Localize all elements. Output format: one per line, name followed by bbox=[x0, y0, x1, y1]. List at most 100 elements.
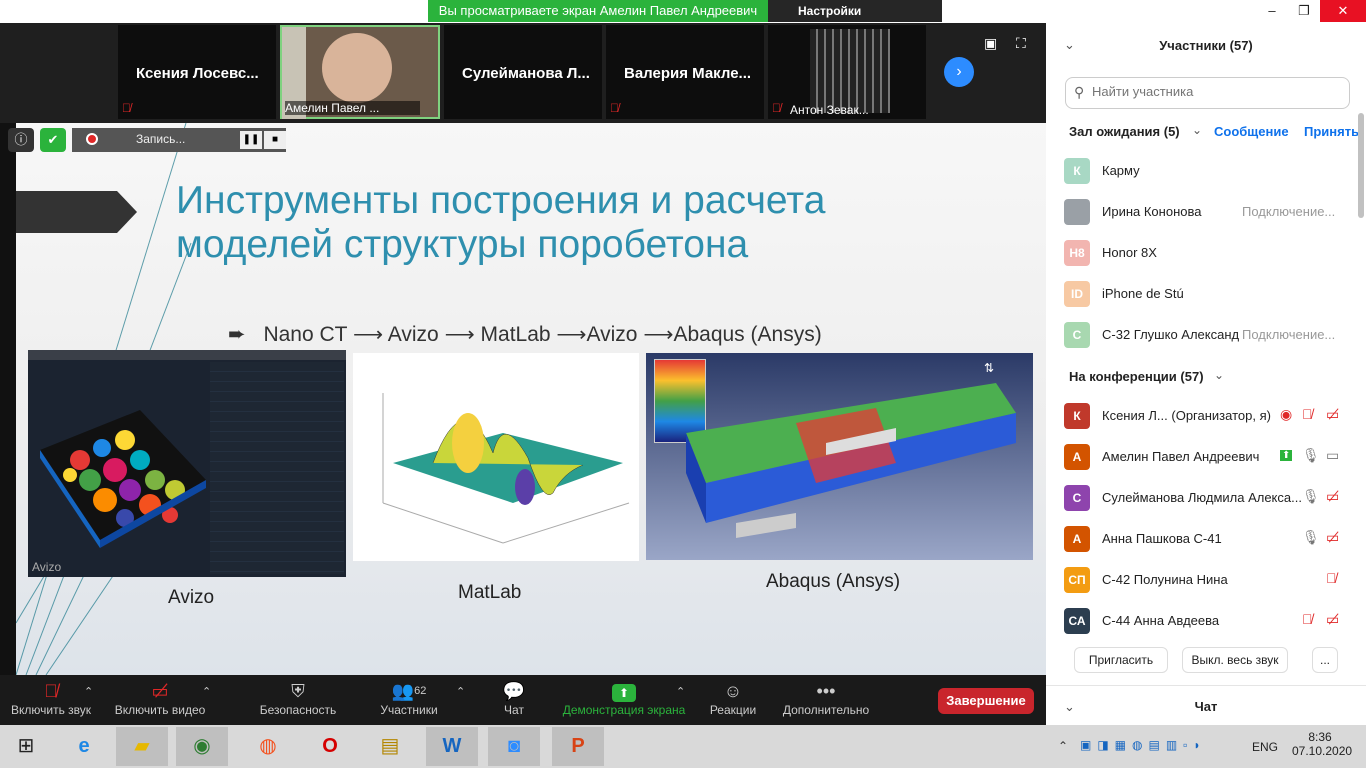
chat-icon: 💬 bbox=[502, 681, 526, 701]
search-input[interactable] bbox=[1092, 84, 1342, 99]
video-off-icon[interactable]: ▭̸ bbox=[1326, 529, 1339, 546]
windows-start-icon[interactable]: ⊞ bbox=[0, 727, 52, 766]
participant-name: Ксения Л... (Организатор, я) bbox=[1102, 408, 1271, 423]
scrollbar-thumb[interactable] bbox=[1358, 113, 1364, 218]
chat-button[interactable]: 💬 Чат bbox=[496, 679, 532, 717]
clock[interactable]: 8:36 07.10.2020 bbox=[1292, 730, 1352, 758]
info-icon[interactable]: ⓘ bbox=[8, 128, 34, 152]
ellipsis-icon: ••• bbox=[816, 681, 836, 701]
opera-icon[interactable]: O bbox=[304, 727, 356, 766]
waiting-list-item[interactable]: H8 Honor 8X bbox=[1046, 233, 1358, 273]
mic-icon[interactable]: 🎙 bbox=[1302, 447, 1320, 464]
share-screen-button[interactable]: ⬆ Демонстрация экрана bbox=[560, 679, 688, 717]
reactions-button[interactable]: ☺ Реакции bbox=[708, 679, 758, 717]
invite-button[interactable]: Пригласить bbox=[1074, 647, 1168, 673]
participants-button[interactable]: 👥62 Участники bbox=[378, 679, 440, 717]
more-button[interactable]: ••• Дополнительно bbox=[780, 679, 872, 717]
maximize-icon[interactable]: ❐ bbox=[1290, 0, 1318, 22]
unmute-button[interactable]: 🎙̸ Включить звук bbox=[8, 679, 94, 717]
panel-title: Участники (57) bbox=[1159, 38, 1253, 53]
participant-list-item[interactable]: К Ксения Л... (Организатор, я) ◉ 🎙̸ ▭̸ bbox=[1046, 396, 1358, 436]
axis-triad-icon: ⇅ bbox=[984, 361, 995, 375]
participant-list-item[interactable]: А Амелин Павел Андреевич ⬆ 🎙 ▭ bbox=[1046, 437, 1358, 477]
chevron-down-icon[interactable]: ⌄ bbox=[1192, 123, 1202, 137]
pipeline-step: Abaqus (Ansys) bbox=[673, 323, 822, 346]
chevron-up-icon[interactable]: ⌃ bbox=[202, 685, 211, 698]
start-video-button[interactable]: ▭̸ Включить видео bbox=[112, 679, 208, 717]
share-screen-icon: ⬆ bbox=[560, 679, 688, 703]
video-tile-active-speaker[interactable]: Амелин Павел ... bbox=[280, 25, 440, 119]
participant-name: Анна Пашкова С-41 bbox=[1102, 531, 1222, 546]
firefox-icon[interactable]: ◍ bbox=[242, 727, 294, 766]
avizo-toolbar bbox=[28, 350, 346, 360]
waiting-list-item[interactable]: C С-32 Глушко Александ Подключение... bbox=[1046, 315, 1358, 355]
mic-muted-icon[interactable]: 🎙̸ bbox=[1302, 611, 1313, 627]
waiting-list-item[interactable]: ID iPhone de Stú bbox=[1046, 274, 1358, 314]
pause-icon[interactable]: ❚❚ bbox=[240, 131, 262, 149]
mic-muted-icon[interactable]: 🎙̸ bbox=[1302, 406, 1313, 422]
language-indicator[interactable]: ENG bbox=[1252, 740, 1278, 754]
participant-list-item[interactable]: А Анна Пашкова С-41 🎙 ▭̸ bbox=[1046, 519, 1358, 559]
clock-time: 8:36 bbox=[1308, 730, 1332, 744]
word-icon[interactable]: W bbox=[426, 727, 478, 766]
gallery-view-icon[interactable]: ▣ bbox=[984, 35, 997, 52]
caption-abaqus: Abaqus (Ansys) bbox=[766, 571, 901, 592]
video-off-icon[interactable]: ▭̸ bbox=[1326, 406, 1339, 423]
video-icon[interactable]: ▭ bbox=[1326, 447, 1339, 464]
video-tile[interactable]: Ксения Лосевс... 🎙̸ bbox=[118, 25, 276, 119]
internet-explorer-icon[interactable]: e bbox=[58, 727, 110, 766]
mic-icon[interactable]: 🎙 bbox=[1302, 488, 1320, 505]
shield-check-icon[interactable]: ✔ bbox=[40, 128, 66, 152]
presentation-slide: Инструменты построения и расчета моделей… bbox=[16, 123, 1046, 675]
participant-list-item[interactable]: СП С-42 Полунина Нина 🎙̸ bbox=[1046, 560, 1358, 600]
stop-icon[interactable]: ■ bbox=[264, 131, 286, 149]
tray-chevron-icon[interactable]: ⌃ bbox=[1058, 739, 1068, 753]
participant-search-box[interactable]: ⚲ bbox=[1065, 77, 1350, 109]
mic-muted-icon[interactable]: 🎙̸ bbox=[1326, 570, 1337, 586]
matlab-surface-plot bbox=[353, 353, 639, 561]
video-off-icon[interactable]: ▭̸ bbox=[1326, 488, 1339, 505]
mic-icon[interactable]: 🎙 bbox=[1302, 529, 1320, 546]
view-options-button[interactable]: Настройки просмотра⌄ bbox=[768, 0, 942, 40]
waiting-list-item[interactable]: Ирина Кононова Подключение... bbox=[1046, 192, 1358, 232]
minimize-icon[interactable]: – bbox=[1258, 0, 1286, 22]
participant-name: Карму bbox=[1102, 163, 1140, 178]
close-icon[interactable]: ✕ bbox=[1320, 0, 1366, 22]
shield-icon: ⛨ bbox=[291, 681, 305, 701]
video-tile[interactable]: Валерия Макле... 🎙̸ bbox=[606, 25, 764, 119]
participant-list-item[interactable]: СА С-44 Анна Авдеева 🎙̸ ▭̸ bbox=[1046, 601, 1358, 641]
video-off-icon[interactable]: ▭̸ bbox=[1326, 611, 1339, 628]
recording-icon: ◉ bbox=[1280, 406, 1293, 422]
security-button[interactable]: ⛨ Безопасность bbox=[258, 679, 338, 717]
powerpoint-icon[interactable]: P bbox=[552, 727, 604, 766]
tray-icons[interactable]: ▣◨▦◍▤▥▫◗ bbox=[1080, 738, 1207, 752]
pipeline-step: MatLab bbox=[480, 323, 551, 346]
chevron-up-icon[interactable]: ⌃ bbox=[84, 685, 93, 698]
zoom-icon[interactable]: ◙ bbox=[488, 727, 540, 766]
next-page-icon[interactable]: › bbox=[944, 57, 974, 87]
caption-avizo: Avizo bbox=[168, 587, 215, 608]
chrome-icon[interactable]: ◉ bbox=[176, 727, 228, 766]
beam-model bbox=[686, 383, 1016, 538]
file-explorer-icon[interactable]: ▰ bbox=[116, 727, 168, 766]
more-options-button[interactable]: ... bbox=[1312, 647, 1338, 673]
archive-app-icon[interactable]: ▤ bbox=[364, 727, 416, 766]
in-meeting-header: На конференции (57) bbox=[1069, 369, 1204, 384]
chevron-up-icon[interactable]: ⌃ bbox=[676, 685, 685, 698]
windows-taskbar: ⊞ e ▰ ◉ ◍ O ▤ W ◙ P ⌃ ▣◨▦◍▤▥▫◗ ENG 8:36 … bbox=[0, 725, 1366, 768]
waiting-list-item[interactable]: К Карму bbox=[1046, 151, 1358, 191]
end-meeting-button[interactable]: Завершение bbox=[938, 688, 1034, 714]
video-tile[interactable]: 🎙̸ Антон Зевак... bbox=[768, 25, 926, 119]
participant-list-item[interactable]: С Сулейманова Людмила Алекса... 🎙 ▭̸ bbox=[1046, 478, 1358, 518]
accept-button[interactable]: Принять bbox=[1304, 124, 1359, 139]
chevron-up-icon[interactable]: ⌃ bbox=[456, 685, 465, 698]
chevron-down-icon[interactable]: ⌄ bbox=[1214, 368, 1224, 382]
avizo-screenshot: Avizo bbox=[28, 350, 346, 577]
mic-muted-icon: 🎙̸ bbox=[610, 101, 619, 115]
video-tile[interactable]: Сулейманова Л... bbox=[444, 25, 602, 119]
fullscreen-icon[interactable]: ⛶ bbox=[1016, 35, 1026, 52]
mute-all-button[interactable]: Выкл. весь звук bbox=[1182, 647, 1288, 673]
recording-icon bbox=[86, 133, 98, 145]
message-button[interactable]: Сообщение bbox=[1214, 124, 1289, 139]
avatar: H8 bbox=[1064, 240, 1090, 266]
